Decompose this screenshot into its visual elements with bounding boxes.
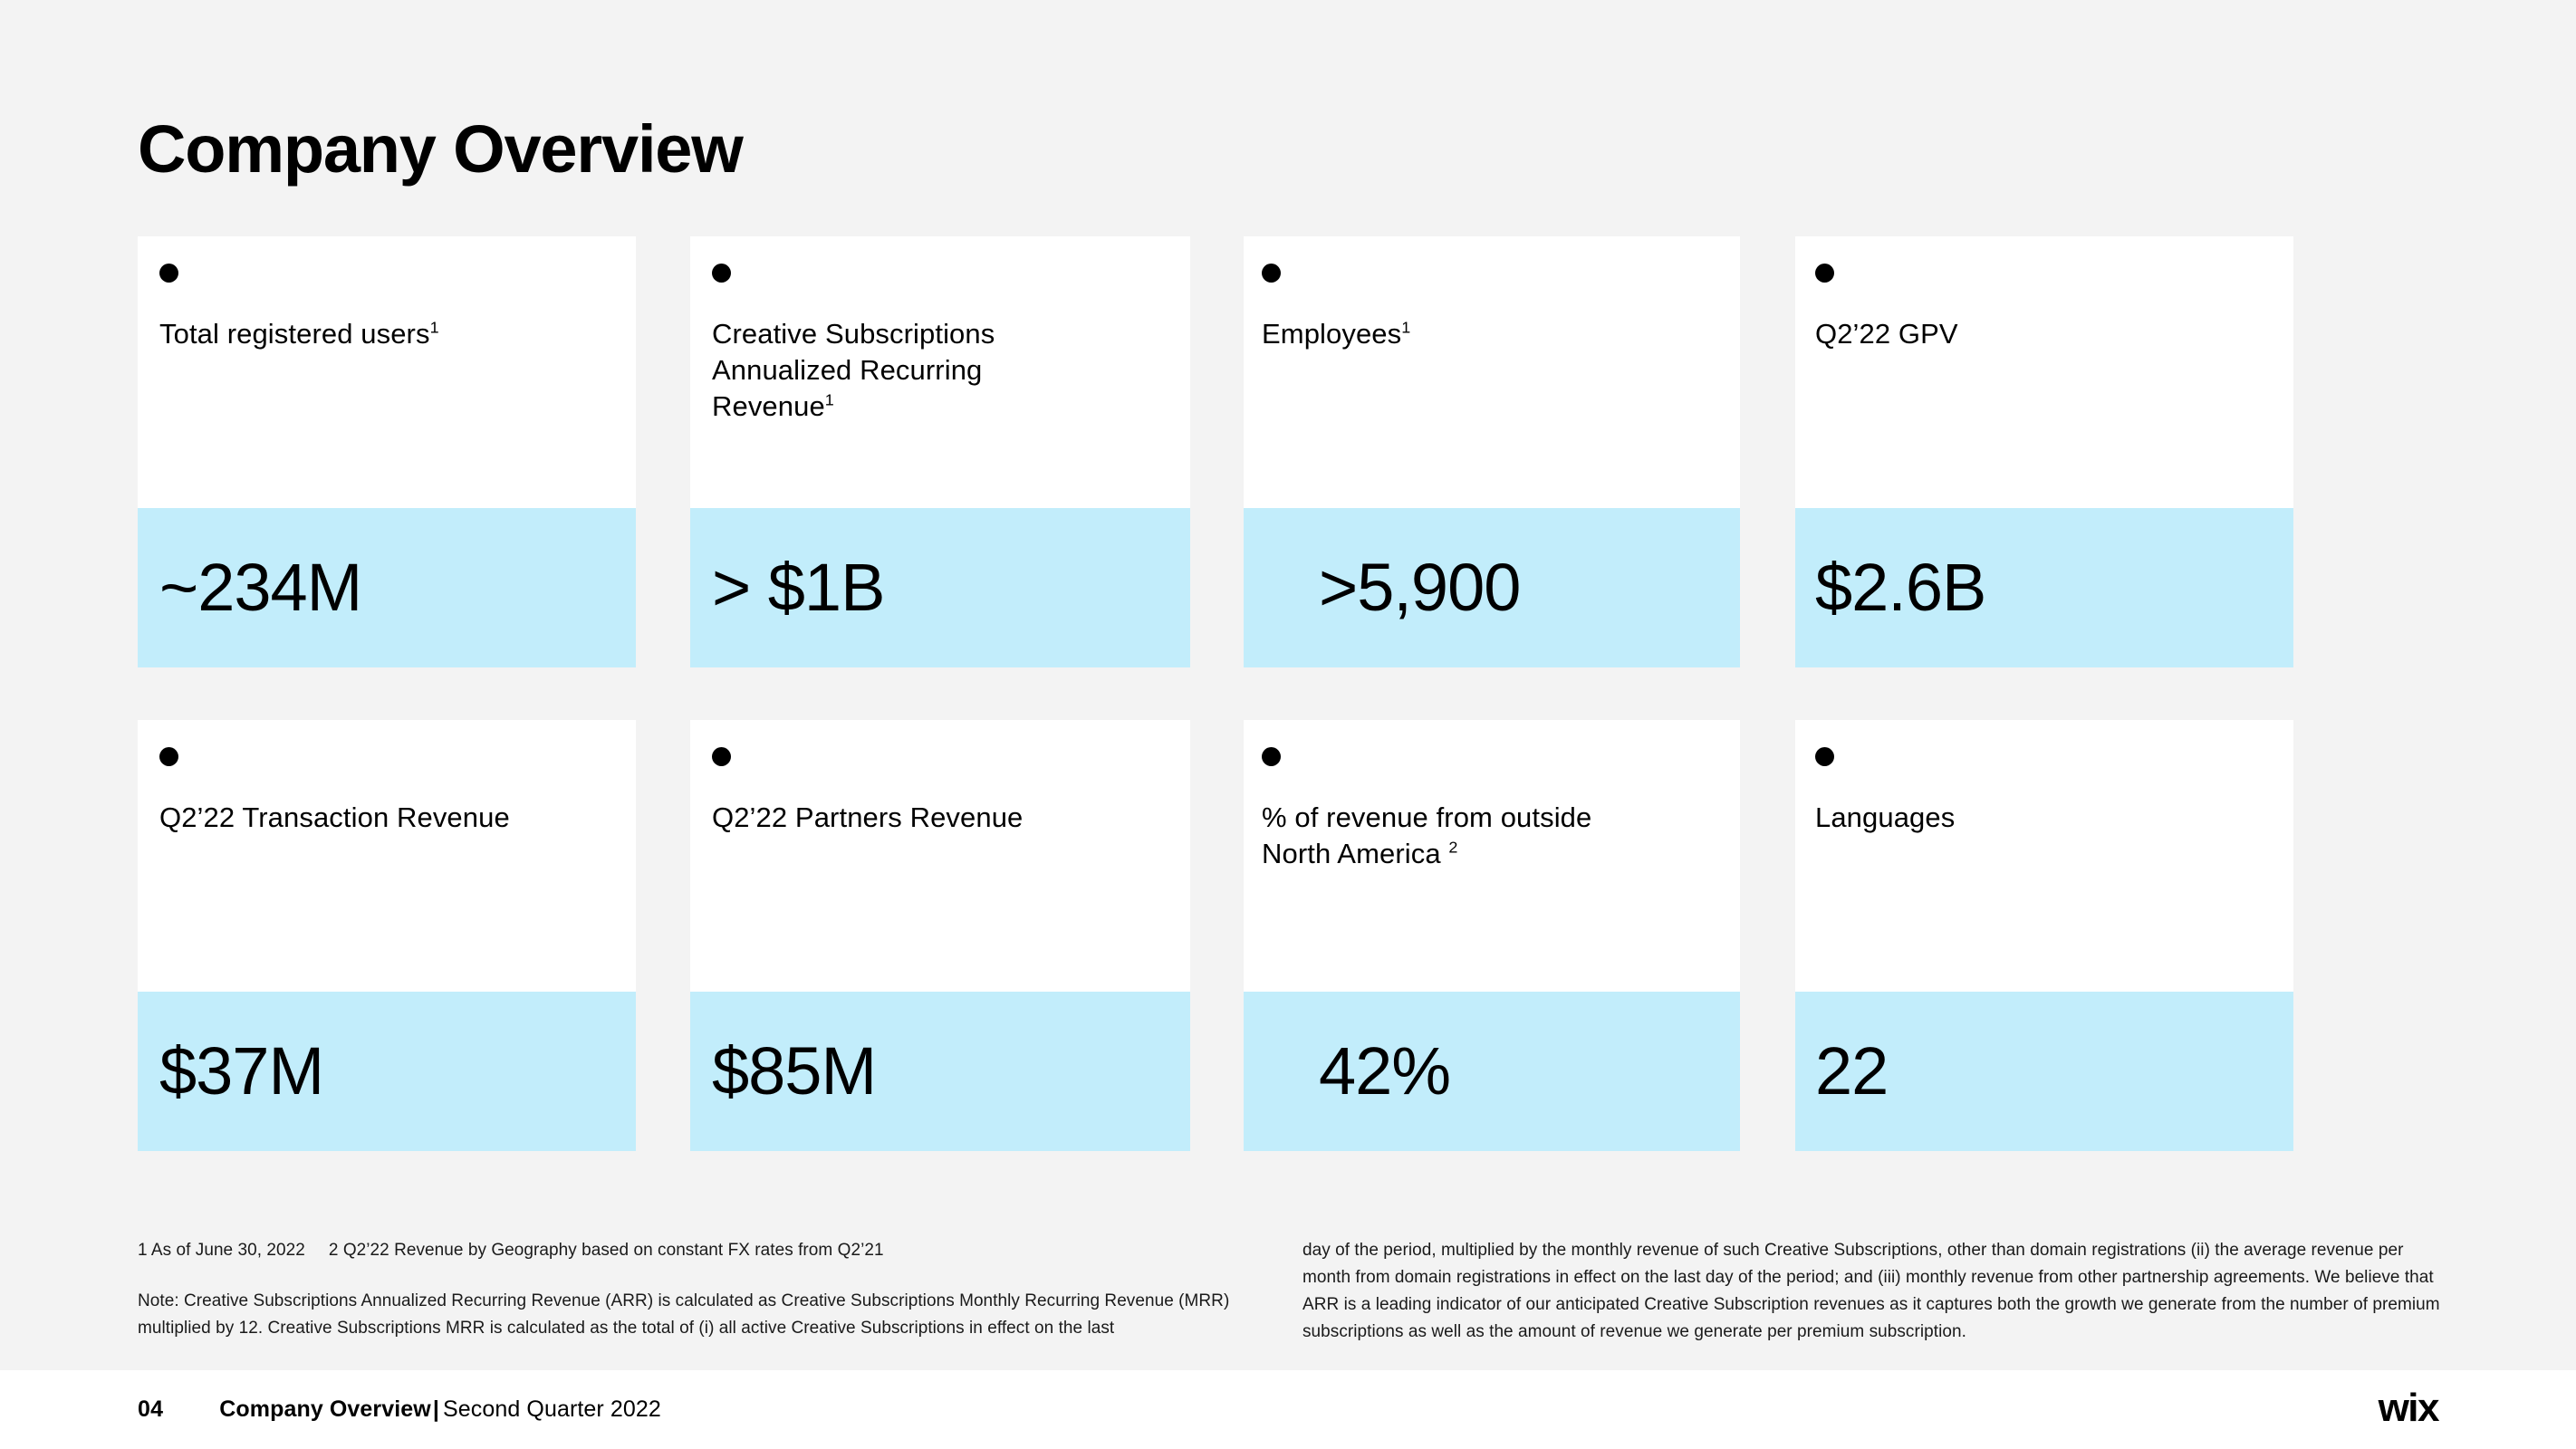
metric-card-label-line: Q2’22 GPV — [1815, 318, 1958, 350]
metric-card-header: Languages — [1795, 720, 2293, 992]
metric-card-label-line: Languages — [1815, 801, 1956, 833]
metric-card-value: ~234M — [159, 550, 362, 625]
metric-card-value: 22 — [1815, 1033, 1889, 1108]
footnote-1: 1 As of June 30, 2022 — [138, 1241, 305, 1260]
metric-card-value-band: 42% — [1244, 992, 1740, 1151]
breadcrumb-section: Company Overview — [219, 1396, 431, 1422]
metric-card-grid: Total registered users1 ~234M Creative S… — [0, 0, 2576, 1370]
bullet-icon — [1262, 264, 1281, 283]
metric-card-value: $85M — [712, 1033, 877, 1108]
metric-card: Languages — [1795, 720, 2293, 992]
footnote-note-left: Note: Creative Subscriptions Annualized … — [138, 1291, 1230, 1338]
metric-card-header: Creative Subscriptions Annualized Recurr… — [690, 236, 1190, 508]
bullet-icon — [1815, 264, 1834, 283]
bullet-icon — [159, 747, 178, 766]
metric-card-header: Employees1 — [1244, 236, 1740, 508]
bullet-icon — [1815, 747, 1834, 766]
metric-card: Creative Subscriptions Annualized Recurr… — [690, 236, 1190, 508]
footnote-marker: 1 — [824, 390, 834, 409]
metric-card-label-line: Employees — [1262, 318, 1402, 350]
breadcrumb-period: Second Quarter 2022 — [442, 1396, 661, 1422]
metric-card-label: Q2’22 Partners Revenue — [712, 800, 1174, 836]
metric-card-value: $37M — [159, 1033, 324, 1108]
metric-card-value-band: $85M — [690, 992, 1190, 1151]
metric-card: Q2’22 Transaction Revenue — [138, 720, 636, 992]
metric-card-label: Q2’22 Transaction Revenue — [159, 800, 621, 836]
metric-card-label: Languages — [1815, 800, 2277, 836]
metric-card-value-band: 22 — [1795, 992, 2293, 1151]
metric-card-label: Creative Subscriptions Annualized Recurr… — [712, 316, 1165, 425]
metric-card-value-band: ~234M — [138, 508, 636, 667]
metric-card: Total registered users1 — [138, 236, 636, 508]
metric-card-label: Q2’22 GPV — [1815, 316, 2268, 352]
slide-footer: 04 Company Overview| Second Quarter 2022 … — [0, 1370, 2576, 1449]
page-number: 04 — [138, 1396, 164, 1422]
metric-card: % of revenue from outside North America … — [1244, 720, 1740, 992]
footnote-note-right: day of the period, multiplied by the mon… — [1302, 1241, 2440, 1341]
metric-card-header: Total registered users1 — [138, 236, 636, 508]
metric-card-value: >5,900 — [1319, 550, 1521, 625]
slide: Company Overview Total registered users1… — [0, 0, 2576, 1449]
breadcrumb-separator: | — [432, 1396, 439, 1422]
bullet-icon — [1262, 747, 1281, 766]
footnotes: 1 As of June 30, 2022 2 Q2’22 Revenue by … — [0, 1227, 2576, 1363]
footnote-2: 2 Q2’22 Revenue by Geography based on co… — [328, 1241, 884, 1260]
footnote-sources: 1 As of June 30, 2022 2 Q2’22 Revenue by … — [138, 1237, 1261, 1264]
footnotes-left-column: 1 As of June 30, 2022 2 Q2’22 Revenue by … — [138, 1237, 1261, 1342]
slide-footer-inner: 04 Company Overview| Second Quarter 2022 … — [138, 1370, 2440, 1449]
footnotes-right-column: day of the period, multiplied by the mon… — [1302, 1237, 2444, 1346]
metric-card-value-band: >5,900 — [1244, 508, 1740, 667]
metric-card: Employees1 — [1244, 236, 1740, 508]
footnote-marker: 2 — [1448, 838, 1458, 857]
metric-card-label-line: Q2’22 Partners Revenue — [712, 801, 1024, 833]
metric-card-value: 42% — [1319, 1033, 1451, 1108]
metric-card-header: Q2’22 GPV — [1795, 236, 2293, 508]
metric-card-value: > $1B — [712, 550, 885, 625]
metric-card-label-line: North America — [1262, 838, 1449, 869]
metric-card-label-line: Q2’22 Transaction Revenue — [159, 801, 510, 833]
metric-card-label-line: Total registered users — [159, 318, 430, 350]
wix-logo: wix — [2378, 1385, 2440, 1430]
metric-card-value-band: > $1B — [690, 508, 1190, 667]
metric-card-label-line: Annualized Recurring — [712, 354, 983, 386]
metric-card-value: $2.6B — [1815, 550, 1986, 625]
bullet-icon — [712, 264, 731, 283]
bullet-icon — [159, 264, 178, 283]
breadcrumb: Company Overview| Second Quarter 2022 — [219, 1396, 661, 1423]
metric-card: Q2’22 GPV — [1795, 236, 2293, 508]
metric-card-label: Employees1 — [1262, 316, 1715, 352]
metric-card-label: % of revenue from outside North America … — [1262, 800, 1724, 872]
metric-card: Q2’22 Partners Revenue — [690, 720, 1190, 992]
metric-card-header: Q2’22 Transaction Revenue — [138, 720, 636, 992]
metric-card-label-line: Revenue — [712, 390, 825, 422]
metric-card-header: % of revenue from outside North America … — [1244, 720, 1740, 992]
bullet-icon — [712, 747, 731, 766]
footnote-marker: 1 — [429, 318, 439, 337]
metric-card-label: Total registered users1 — [159, 316, 612, 352]
metric-card-label-line: % of revenue from outside — [1262, 801, 1592, 833]
metric-card-value-band: $37M — [138, 992, 636, 1151]
metric-card-value-band: $2.6B — [1795, 508, 2293, 667]
metric-card-label-line: Creative Subscriptions — [712, 318, 995, 350]
footnote-marker: 1 — [1401, 318, 1411, 337]
metric-card-header: Q2’22 Partners Revenue — [690, 720, 1190, 992]
